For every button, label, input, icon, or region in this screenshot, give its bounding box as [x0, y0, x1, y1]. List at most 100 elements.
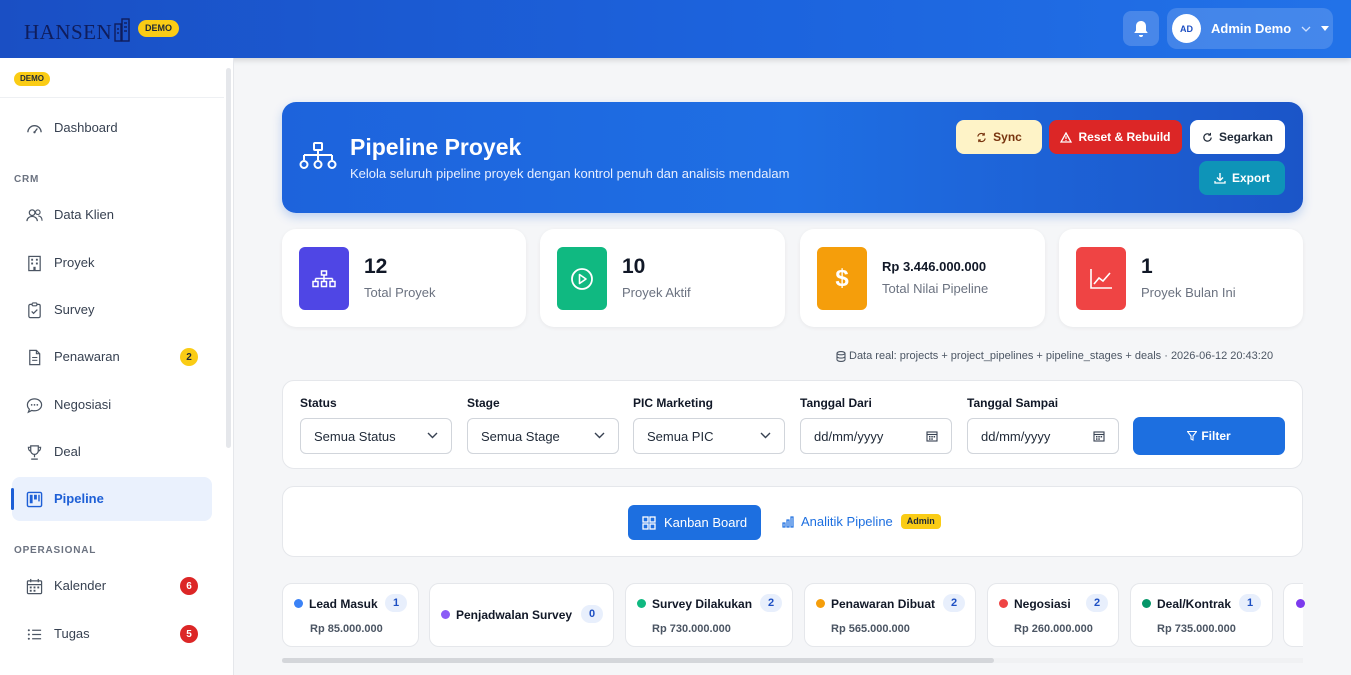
sitemap-icon	[312, 269, 336, 287]
stat-card-total-nilai: $ Rp 3.446.000.000 Total Nilai Pipeline	[800, 229, 1045, 327]
sync-button[interactable]: Sync	[956, 120, 1042, 154]
sidebar-item-proyek[interactable]: Proyek	[12, 241, 212, 285]
calendar-icon[interactable]	[1093, 430, 1105, 442]
stat-card-total-proyek: 12 Total Proyek	[282, 229, 526, 327]
stage-amount: Rp 735.000.000	[1157, 623, 1236, 635]
sidebar-item-label: Proyek	[54, 255, 95, 270]
sidebar-item-data-klien[interactable]: Data Klien	[12, 193, 212, 237]
stat-icon-box	[1076, 247, 1126, 310]
calendar-icon[interactable]	[926, 430, 938, 442]
user-menu[interactable]: AD Admin Demo	[1167, 8, 1333, 49]
status-select[interactable]: Semua Status	[300, 418, 452, 454]
sidebar: DEMO Dashboard CRM Data Klien Proyek Sur…	[0, 58, 234, 675]
sidebar-item-label: Pipeline	[54, 491, 104, 506]
sidebar-item-dashboard[interactable]: Dashboard	[12, 106, 212, 150]
chevron-down-icon	[760, 432, 771, 439]
users-icon	[26, 209, 43, 222]
user-name: Admin Demo	[1211, 21, 1292, 36]
view-switcher: Kanban Board Analitik Pipeline Admin	[282, 486, 1303, 557]
export-button[interactable]: Export	[1199, 161, 1285, 195]
clipboard-check-icon	[28, 302, 41, 319]
stat-card-proyek-bulan-ini: 1 Proyek Bulan Ini	[1059, 229, 1303, 327]
chevron-down-icon	[1301, 26, 1311, 32]
date-to-input[interactable]: dd/mm/yyyy	[967, 418, 1119, 454]
top-navbar: HANSEN DEMO AD Admin Demo	[0, 0, 1351, 58]
gauge-icon	[27, 125, 42, 134]
bell-icon	[1134, 20, 1148, 37]
stage-amount: Rp 85.000.000	[310, 623, 383, 635]
stat-label: Proyek Aktif	[622, 285, 691, 300]
stage-column-penawaran-dibuat[interactable]: Penawaran Dibuat 2 Rp 565.000.000	[804, 583, 976, 647]
stage-count-badge: 2	[943, 594, 965, 612]
date-from-input[interactable]: dd/mm/yyyy	[800, 418, 952, 454]
filter-label-stage: Stage	[467, 396, 500, 410]
chevron-down-icon	[427, 432, 438, 439]
play-circle-icon	[571, 267, 593, 290]
stat-icon-box: $	[817, 247, 867, 310]
filter-icon	[1187, 431, 1198, 441]
data-source-note: Data real: projects + project_pipelines …	[836, 350, 1273, 362]
stage-name: Penawaran Dibuat	[831, 597, 936, 611]
stage-column-negosiasi[interactable]: Negosiasi 2 Rp 260.000.000	[987, 583, 1119, 647]
kanban-icon	[26, 491, 43, 508]
data-source-text: Data real: projects + project_pipelines …	[849, 350, 1274, 362]
export-button-label: Export	[1231, 171, 1270, 185]
page-subtitle: Kelola seluruh pipeline proyek dengan ko…	[350, 166, 790, 181]
active-indicator	[11, 488, 14, 510]
reset-rebuild-button[interactable]: Reset & Rebuild	[1049, 120, 1182, 154]
stage-column-lead-masuk[interactable]: Lead Masuk 1 Rp 85.000.000	[282, 583, 419, 647]
tab-kanban-board[interactable]: Kanban Board	[628, 505, 761, 540]
sidebar-item-survey[interactable]: Survey	[12, 288, 212, 332]
list-icon	[27, 629, 42, 640]
stage-name: Penjadwalan Survey	[456, 608, 573, 622]
filter-label-date-from: Tanggal Dari	[800, 396, 872, 410]
kanban-horizontal-scrollbar[interactable]	[282, 658, 994, 663]
stage-amount: Rp 260.000.000	[1014, 623, 1093, 635]
filter-label-pic: PIC Marketing	[633, 396, 714, 410]
sidebar-item-label: Survey	[54, 302, 95, 317]
stage-name: Survey Dilakukan	[652, 597, 753, 611]
sync-icon	[977, 132, 986, 142]
download-icon	[1214, 173, 1226, 184]
bar-chart-icon	[782, 515, 794, 528]
sidebar-item-penawaran[interactable]: Penawaran 2	[12, 335, 212, 379]
company-logo[interactable]: HANSEN	[24, 14, 130, 44]
sidebar-item-kalender[interactable]: Kalender 6	[12, 564, 212, 608]
stage-amount: Rp 565.000.000	[831, 623, 910, 635]
page-title: Pipeline Proyek	[350, 134, 522, 160]
stage-select[interactable]: Semua Stage	[467, 418, 619, 454]
stage-count-badge: 2	[760, 594, 782, 612]
count-badge: 2	[180, 348, 198, 366]
trophy-icon	[27, 445, 42, 460]
document-icon	[29, 349, 41, 366]
pic-select[interactable]: Semua PIC	[633, 418, 785, 454]
sitemap-icon	[299, 142, 337, 169]
stage-name: Lead Masuk	[309, 597, 378, 611]
stat-value: 1	[1141, 255, 1153, 278]
building-logo-icon	[114, 18, 130, 42]
notifications-button[interactable]	[1123, 11, 1159, 46]
sidebar-item-label: Penawaran	[54, 349, 120, 364]
demo-badge: DEMO	[138, 20, 179, 37]
stat-value: 12	[364, 255, 388, 278]
stage-column-survey-dilakukan[interactable]: Survey Dilakukan 2 Rp 730.000.000	[625, 583, 793, 647]
refresh-button-label: Segarkan	[1218, 130, 1274, 144]
sidebar-item-deal[interactable]: Deal	[12, 430, 212, 474]
sidebar-item-pipeline[interactable]: Pipeline	[12, 477, 212, 521]
filter-button[interactable]: Filter	[1133, 417, 1285, 455]
sidebar-scrollbar[interactable]	[226, 68, 231, 448]
chart-line-icon	[1090, 268, 1112, 289]
tab-analitik-pipeline[interactable]: Analitik Pipeline Admin	[782, 514, 941, 529]
caret-down-icon	[1321, 26, 1330, 31]
filter-button-label: Filter	[1201, 429, 1231, 443]
count-badge: 6	[180, 577, 198, 595]
sidebar-item-label: Dashboard	[54, 120, 118, 135]
sidebar-item-tugas[interactable]: Tugas 5	[12, 612, 212, 656]
reset-button-label: Reset & Rebuild	[1078, 130, 1171, 144]
stage-column-next[interactable]	[1283, 583, 1305, 647]
refresh-button[interactable]: Segarkan	[1190, 120, 1285, 154]
stage-column-penjadwalan-survey[interactable]: Penjadwalan Survey 0	[429, 583, 614, 647]
stage-column-deal-kontrak[interactable]: Deal/Kontrak 1 Rp 735.000.000	[1130, 583, 1273, 647]
sidebar-item-negosiasi[interactable]: Negosiasi	[12, 383, 212, 427]
date-to-value: dd/mm/yyyy	[981, 428, 1051, 444]
